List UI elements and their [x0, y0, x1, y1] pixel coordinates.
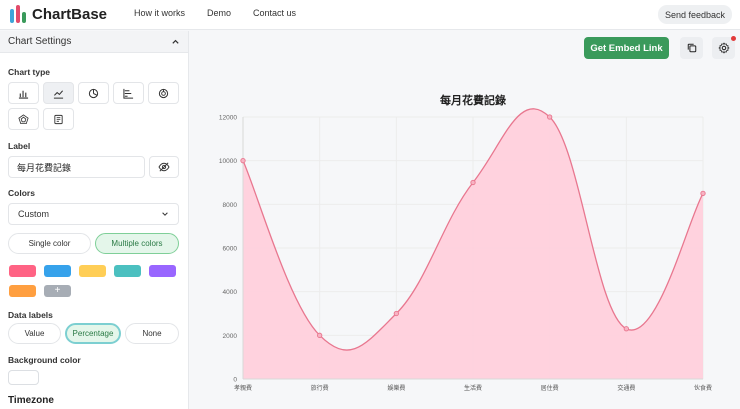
chart-settings-title: Chart Settings: [8, 36, 72, 47]
doughnut-chart-icon: [158, 88, 169, 98]
toggle-label-visibility-button[interactable]: [149, 156, 179, 178]
chart-type-doughnut-button[interactable]: [148, 82, 179, 104]
chart-settings-header[interactable]: Chart Settings: [0, 31, 188, 53]
chart-label-input[interactable]: [8, 156, 145, 178]
chart-type-radar-button[interactable]: [8, 108, 39, 130]
y-tick-label-0: 0: [233, 377, 237, 384]
color-swatch-6[interactable]: [9, 285, 36, 297]
send-feedback-button[interactable]: Send feedback: [657, 5, 732, 24]
data-point-2: [393, 310, 399, 317]
chart-area: 每月花費記錄 0 2000 4000 6000 8000 10000 12000 孝親費 旅行費 娛…: [190, 68, 740, 409]
chart-type-bar-button[interactable]: [8, 82, 39, 104]
x-tick-label-4: 居住費: [541, 384, 559, 392]
background-color-label: Background color: [8, 355, 81, 365]
color-swatch-grid: +: [9, 265, 176, 297]
nav-contact-us[interactable]: Contact us: [253, 8, 296, 18]
bar-chart-icon: [18, 90, 29, 99]
y-tick-label-5: 10000: [219, 158, 237, 165]
x-tick-label-5: 交通費: [617, 384, 635, 392]
copy-button[interactable]: [680, 37, 703, 59]
y-tick-label-4: 8000: [223, 202, 238, 209]
gear-icon: [718, 42, 729, 54]
add-color-button[interactable]: +: [44, 285, 71, 297]
polar-area-chart-icon: [54, 114, 63, 124]
x-tick-label-3: 生活費: [464, 384, 482, 392]
notification-dot: [731, 36, 736, 41]
single-color-option[interactable]: Single color: [8, 233, 91, 254]
colors-selected-value: Custom: [18, 209, 50, 219]
y-tick-label-2: 4000: [223, 289, 238, 296]
data-point-6: [700, 190, 706, 197]
y-tick-label-3: 6000: [223, 246, 238, 253]
data-point-1: [317, 332, 323, 338]
pie-chart-icon: [88, 88, 99, 98]
chart-type-pie-button[interactable]: [78, 82, 109, 104]
color-swatch-1[interactable]: [9, 265, 36, 277]
eye-off-icon: [158, 162, 170, 172]
data-point-3: [470, 179, 476, 186]
area-chart: 每月花費記錄 0 2000 4000 6000 8000 10000 12000 孝親費 旅行費 娛…: [219, 93, 712, 392]
chart-type-picker: [8, 82, 179, 130]
chevron-up-icon: [172, 39, 179, 44]
chart-title: 每月花費記錄: [440, 93, 506, 107]
chart-settings-panel: Chart Settings Chart type Label Colors: [0, 31, 189, 409]
chart-type-horizontal-bar-button[interactable]: [113, 82, 144, 104]
chart-type-label: Chart type: [8, 67, 51, 77]
data-label-percentage-option[interactable]: Percentage: [65, 323, 121, 344]
brand-logo[interactable]: ChartBase: [10, 5, 107, 23]
line-chart-icon: [53, 89, 64, 99]
color-swatch-2[interactable]: [44, 265, 71, 277]
data-label-none-option[interactable]: None: [125, 323, 179, 344]
x-tick-label-0: 孝親費: [234, 384, 252, 392]
settings-button[interactable]: [712, 36, 736, 59]
colors-label: Colors: [8, 188, 35, 198]
background-color-picker[interactable]: [8, 370, 39, 385]
y-tick-label-6: 12000: [219, 115, 237, 122]
data-labels-toggle: Value Percentage None: [8, 323, 179, 344]
multiple-colors-option[interactable]: Multiple colors: [95, 233, 179, 254]
color-mode-toggle: Single color Multiple colors: [8, 233, 179, 254]
x-tick-label-1: 旅行費: [311, 384, 329, 392]
color-swatch-4[interactable]: [114, 265, 141, 277]
y-tick-label-1: 2000: [223, 333, 238, 340]
data-point-5: [623, 326, 629, 332]
chevron-down-icon: [162, 212, 168, 216]
horizontal-bar-chart-icon: [123, 88, 134, 99]
nav-demo[interactable]: Demo: [207, 8, 231, 18]
x-tick-label-2: 娛樂費: [387, 384, 405, 392]
nav-how-it-works[interactable]: How it works: [134, 8, 185, 18]
chart-type-line-button[interactable]: [43, 82, 74, 104]
data-labels-label: Data labels: [8, 310, 53, 320]
colors-dropdown[interactable]: Custom: [8, 203, 179, 225]
chart-type-polar-button[interactable]: [43, 108, 74, 130]
timezone-label: Timezone: [8, 395, 54, 406]
logo-bars-icon: [10, 5, 26, 23]
radar-chart-icon: [18, 113, 29, 124]
brand-name: ChartBase: [32, 5, 108, 23]
data-point-4: [547, 114, 553, 120]
main-nav: How it works Demo Contact us: [134, 8, 296, 18]
top-navigation-bar: ChartBase How it works Demo Contact us S…: [0, 0, 740, 30]
data-point-0: [240, 158, 246, 164]
data-label-value-option[interactable]: Value: [8, 323, 61, 344]
x-tick-label-6: 伙食費: [694, 384, 712, 392]
get-embed-link-button[interactable]: Get Embed Link: [584, 37, 669, 59]
copy-icon: [687, 43, 696, 53]
label-field-label: Label: [8, 141, 31, 151]
color-swatch-5[interactable]: [149, 265, 176, 277]
color-swatch-3[interactable]: [79, 265, 106, 277]
